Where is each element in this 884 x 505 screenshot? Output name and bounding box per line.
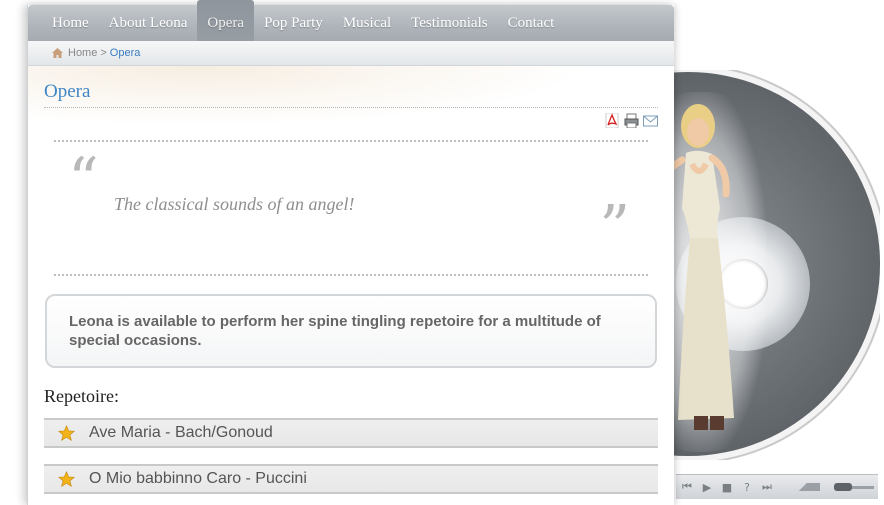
repertoire-heading: Repetoire: xyxy=(44,386,119,406)
info-text: Leona is available to perform her spine … xyxy=(69,313,601,349)
main-content: Opera “ The classical sounds of an angel… xyxy=(28,66,674,494)
quote-block: “ The classical sounds of an angel! ” xyxy=(54,140,648,276)
page-container: Home About Leona Opera Pop Party Musical… xyxy=(27,0,674,505)
volume-indicator[interactable] xyxy=(786,483,820,491)
print-icon[interactable] xyxy=(624,113,639,128)
page-title: Opera xyxy=(44,66,658,108)
repertoire-item[interactable]: O Mio babbinno Caro - Puccini xyxy=(44,464,658,494)
quote-text: The classical sounds of an angel! xyxy=(114,194,355,214)
breadcrumb: Home > Opera xyxy=(28,41,674,66)
help-icon[interactable]: ? xyxy=(740,481,754,494)
nav-home[interactable]: Home xyxy=(42,5,99,41)
stop-icon[interactable]: ■ xyxy=(720,481,734,494)
close-quote-icon: ” xyxy=(599,193,630,263)
repertoire-item-label: O Mio babbinno Caro - Puccini xyxy=(89,470,307,487)
home-icon xyxy=(52,48,63,58)
media-player: ⏮ ▶ ■ ? ⏭ xyxy=(676,474,878,499)
breadcrumb-home[interactable]: Home xyxy=(68,47,97,59)
nav-contact[interactable]: Contact xyxy=(498,5,565,41)
prev-track-icon[interactable]: ⏮ xyxy=(680,480,694,494)
open-quote-icon: “ xyxy=(68,145,99,215)
breadcrumb-separator: > xyxy=(100,47,107,59)
nav-opera[interactable]: Opera xyxy=(197,0,255,41)
repertoire-item-label: Ave Maria - Bach/Gonoud xyxy=(89,424,273,441)
volume-slider[interactable] xyxy=(834,482,874,491)
next-track-icon[interactable]: ⏭ xyxy=(760,480,774,494)
repertoire-item[interactable]: Ave Maria - Bach/Gonoud xyxy=(44,418,658,448)
nav-musical[interactable]: Musical xyxy=(333,5,401,41)
star-icon xyxy=(58,424,75,441)
play-icon[interactable]: ▶ xyxy=(700,481,714,494)
star-icon xyxy=(58,470,75,487)
info-box: Leona is available to perform her spine … xyxy=(45,294,657,368)
nav-about-leona[interactable]: About Leona xyxy=(99,5,198,41)
email-icon[interactable] xyxy=(643,113,658,128)
main-nav: Home About Leona Opera Pop Party Musical… xyxy=(28,0,674,41)
nav-pop-party[interactable]: Pop Party xyxy=(254,5,333,41)
pdf-icon[interactable] xyxy=(605,113,620,128)
nav-testimonials[interactable]: Testimonials xyxy=(401,5,497,41)
breadcrumb-current[interactable]: Opera xyxy=(110,47,141,59)
page-tools xyxy=(44,113,658,131)
repertoire-list: Ave Maria - Bach/Gonoud O Mio babbinno C… xyxy=(44,418,658,494)
